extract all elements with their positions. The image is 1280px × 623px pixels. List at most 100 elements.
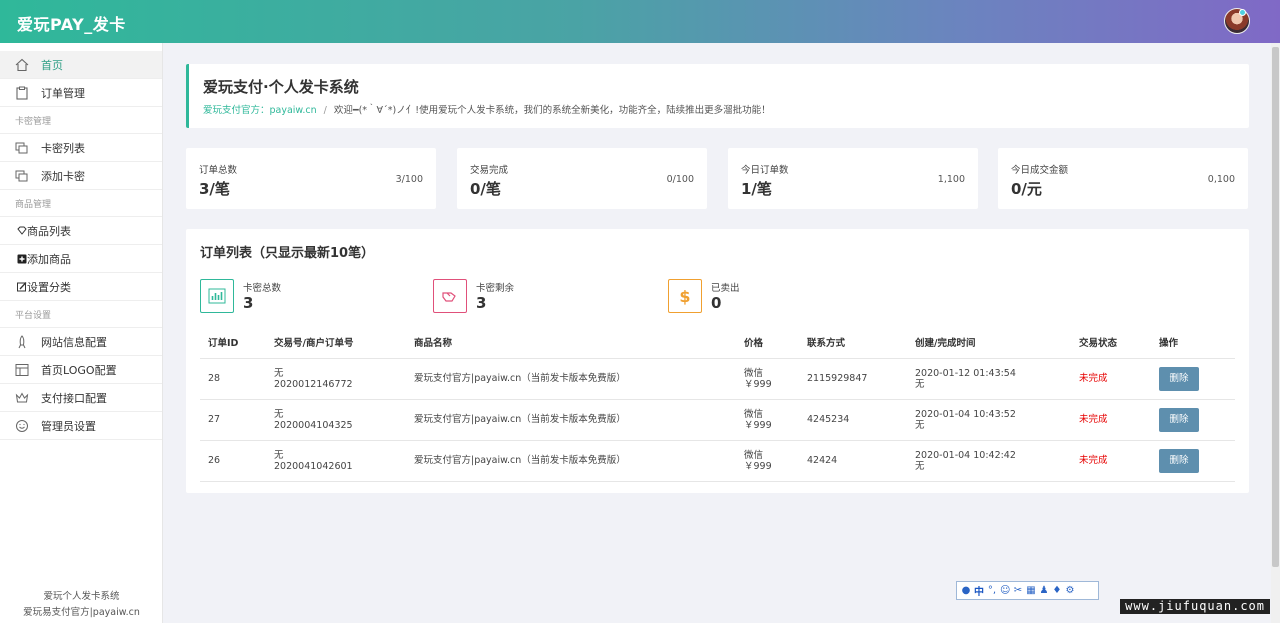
brand-title[interactable]: 爱玩PAY_发卡 — [17, 11, 126, 35]
mini-stat-value: 0 — [711, 294, 722, 312]
mini-stat-label: 已卖出 — [711, 283, 740, 294]
sidebar-item-site-config[interactable]: 网站信息配置 — [0, 328, 162, 356]
price: ￥999 — [744, 378, 772, 390]
trade-number-cell: 无 2020012146772 — [266, 358, 406, 400]
trade-no: 无 — [274, 367, 284, 379]
pay-method: 微信 — [744, 367, 764, 379]
column-header: 商品名称 — [406, 327, 736, 359]
action-cell: 删除 — [1151, 399, 1235, 441]
dollar-icon: $ — [668, 279, 702, 313]
column-header: 价格 — [736, 327, 799, 359]
price: ￥999 — [744, 460, 772, 472]
ime-language-toggle[interactable]: 中 — [974, 583, 984, 598]
copy-icon — [15, 141, 29, 155]
page-title: 爱玩支付·个人发卡系统 — [203, 78, 359, 96]
pay-method: 微信 — [744, 408, 764, 420]
trade-no: 无 — [274, 408, 284, 420]
delete-button[interactable]: 删除 — [1159, 407, 1199, 432]
stat-ratio: 0,100 — [1207, 174, 1235, 185]
order-no: 2020012146772 — [274, 378, 353, 390]
ime-scissors-icon[interactable]: ✂ — [1013, 585, 1023, 596]
price: ￥999 — [744, 419, 772, 431]
action-cell: 删除 — [1151, 440, 1235, 482]
goods-name: 爱玩支付官方|payaiw.cn（当前发卡版本免费版） — [406, 440, 736, 482]
sidebar-item-card-list[interactable]: 卡密列表 — [0, 134, 162, 162]
stat-card-completed: 交易完成 0/笔 0/100 — [457, 148, 707, 209]
sidebar-item-pay-config[interactable]: 支付接口配置 — [0, 384, 162, 412]
sidebar-item-label: 首页 — [41, 58, 63, 72]
finished-time: 无 — [915, 419, 925, 431]
table-header-row: 订单ID 交易号/商户订单号 商品名称 价格 联系方式 创建/完成时间 交易状态… — [200, 327, 1235, 359]
action-cell: 删除 — [1151, 358, 1235, 400]
welcome-message: 欢迎━(*｀∀´*)ノ亻!使用爱玩个人发卡系统，我们的系统全新美化，功能齐全，陆… — [333, 105, 771, 116]
layout-icon — [15, 363, 29, 377]
sidebar-item-home[interactable]: 首页 — [0, 51, 162, 79]
column-header: 交易号/商户订单号 — [266, 327, 406, 359]
stat-value: 0/元 — [1011, 180, 1042, 198]
diamond-icon — [15, 224, 27, 238]
mini-stat-label: 卡密总数 — [243, 283, 282, 294]
copy-icon — [15, 169, 29, 183]
sidebar-section-goods: 商品管理 — [0, 190, 162, 217]
orders-card: 订单列表（只显示最新10笔） 卡密总数 3 卡密剩余 3 $ 已卖出 0 订单I… — [186, 229, 1249, 493]
column-header: 操作 — [1151, 327, 1235, 359]
ime-user-icon[interactable]: ♟ — [1039, 585, 1049, 596]
stat-label: 今日成交金额 — [1011, 165, 1069, 176]
status-badge: 未完成 — [1071, 358, 1151, 400]
order-no: 2020004104325 — [274, 419, 353, 431]
official-site-link[interactable]: 爱玩支付官方：payaiw.cn — [203, 105, 317, 116]
ime-emoji-icon[interactable]: ☺ — [1000, 585, 1010, 596]
stat-label: 订单总数 — [199, 165, 238, 176]
sidebar-item-label: 卡密列表 — [41, 141, 85, 155]
ime-punctuation-icon[interactable]: °, — [987, 585, 997, 596]
sidebar-item-orders[interactable]: 订单管理 — [0, 79, 162, 107]
sidebar-item-add-goods[interactable]: 添加商品 — [0, 245, 162, 273]
sidebar-section-card: 卡密管理 — [0, 107, 162, 134]
ime-skin-icon[interactable]: ♦ — [1052, 585, 1062, 596]
ime-settings-icon[interactable]: ⚙ — [1065, 585, 1075, 596]
sidebar-item-label: 商品列表 — [27, 224, 71, 238]
price-cell: 微信 ￥999 — [736, 399, 799, 441]
welcome-card: 爱玩支付·个人发卡系统 爱玩支付官方：payaiw.cn / 欢迎━(*｀∀´*… — [186, 64, 1249, 128]
ime-keyboard-icon[interactable]: ▦ — [1026, 585, 1036, 596]
pay-method: 微信 — [744, 449, 764, 461]
sidebar-item-label: 首页LOGO配置 — [41, 363, 117, 377]
sidebar-footer: 爱玩个人发卡系统 爱玩易支付官方|payaiw.cn — [0, 589, 163, 621]
ime-toolbar[interactable]: ● 中 °, ☺ ✂ ▦ ♟ ♦ ⚙ — [956, 581, 1099, 600]
sidebar-item-set-category[interactable]: 设置分类 — [0, 273, 162, 301]
order-id: 28 — [200, 358, 266, 400]
watermark: www.jiufuquan.com — [1120, 599, 1270, 614]
sidebar-item-add-card[interactable]: 添加卡密 — [0, 162, 162, 190]
trade-number-cell: 无 2020041042601 — [266, 440, 406, 482]
finished-time: 无 — [915, 460, 925, 472]
stat-label: 今日订单数 — [741, 165, 789, 176]
created-time: 2020-01-12 01:43:54 — [915, 367, 1016, 379]
top-header: 爱玩PAY_发卡 — [0, 0, 1280, 43]
orders-title: 订单列表（只显示最新10笔） — [200, 246, 375, 261]
order-id: 27 — [200, 399, 266, 441]
delete-button[interactable]: 删除 — [1159, 366, 1199, 391]
user-avatar[interactable] — [1224, 8, 1250, 34]
sidebar-item-label: 添加卡密 — [41, 169, 85, 183]
sidebar-item-admin-config[interactable]: 管理员设置 — [0, 412, 162, 440]
ime-logo-icon[interactable]: ● — [961, 585, 971, 596]
created-time: 2020-01-04 10:42:42 — [915, 449, 1016, 461]
home-icon — [15, 58, 29, 72]
sidebar-item-label: 设置分类 — [27, 280, 71, 294]
sidebar-item-logo-config[interactable]: 首页LOGO配置 — [0, 356, 162, 384]
mini-stat-remaining-cards: 卡密剩余 3 — [433, 279, 633, 313]
stat-ratio: 3/100 — [395, 174, 423, 185]
scrollbar-thumb[interactable] — [1272, 47, 1279, 567]
mini-stat-label: 卡密剩余 — [476, 283, 515, 294]
crown-icon — [15, 391, 29, 405]
created-time: 2020-01-04 10:43:52 — [915, 408, 1016, 420]
sidebar-item-goods-list[interactable]: 商品列表 — [0, 217, 162, 245]
delete-button[interactable]: 删除 — [1159, 448, 1199, 473]
time-cell: 2020-01-12 01:43:54 无 — [907, 358, 1071, 400]
sidebar-item-label: 支付接口配置 — [41, 391, 107, 405]
status-badge: 未完成 — [1071, 399, 1151, 441]
column-header: 订单ID — [200, 327, 266, 359]
finished-time: 无 — [915, 378, 925, 390]
time-cell: 2020-01-04 10:43:52 无 — [907, 399, 1071, 441]
stat-card-today-amount: 今日成交金额 0/元 0,100 — [998, 148, 1248, 209]
